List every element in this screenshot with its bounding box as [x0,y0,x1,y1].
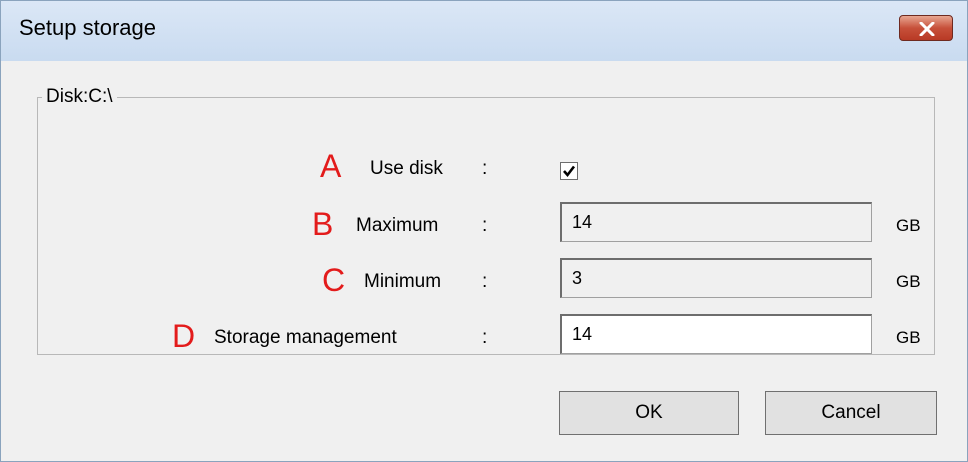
use-disk-colon: : [482,158,488,179]
disk-groupbox: Disk:C:\ A Use disk : B Maximum : 14 GB … [37,86,935,355]
minimum-label: Minimum [364,271,442,292]
maximum-label: Maximum [356,215,439,236]
marker-d: D [172,318,196,354]
maximum-colon: : [482,215,488,236]
close-button[interactable] [899,15,953,41]
marker-b: B [312,206,334,242]
setup-storage-dialog: Setup storage Disk:C:\ A Use disk : B Ma… [0,0,968,462]
use-disk-label: Use disk [370,158,443,179]
close-icon [919,22,935,36]
window-title: Setup storage [19,15,156,40]
checkmark-icon [563,165,576,178]
dialog-body: Disk:C:\ A Use disk : B Maximum : 14 GB … [9,61,959,453]
marker-a: A [320,148,342,184]
maximum-field[interactable]: 14 [560,202,872,242]
marker-c: C [322,262,346,298]
cancel-button[interactable]: Cancel [765,391,937,435]
minimum-colon: : [482,271,488,292]
use-disk-checkbox[interactable] [560,162,578,180]
title-bar[interactable]: Setup storage [1,1,967,61]
storage-management-colon: : [482,327,488,348]
minimum-field[interactable]: 3 [560,258,872,298]
minimum-unit: GB [896,272,921,291]
storage-management-unit: GB [896,328,921,347]
storage-management-label: Storage management [214,327,397,348]
ok-button[interactable]: OK [559,391,739,435]
maximum-unit: GB [896,216,921,235]
groupbox-legend: Disk:C:\ [42,86,117,108]
storage-management-field[interactable]: 14 [560,314,872,354]
